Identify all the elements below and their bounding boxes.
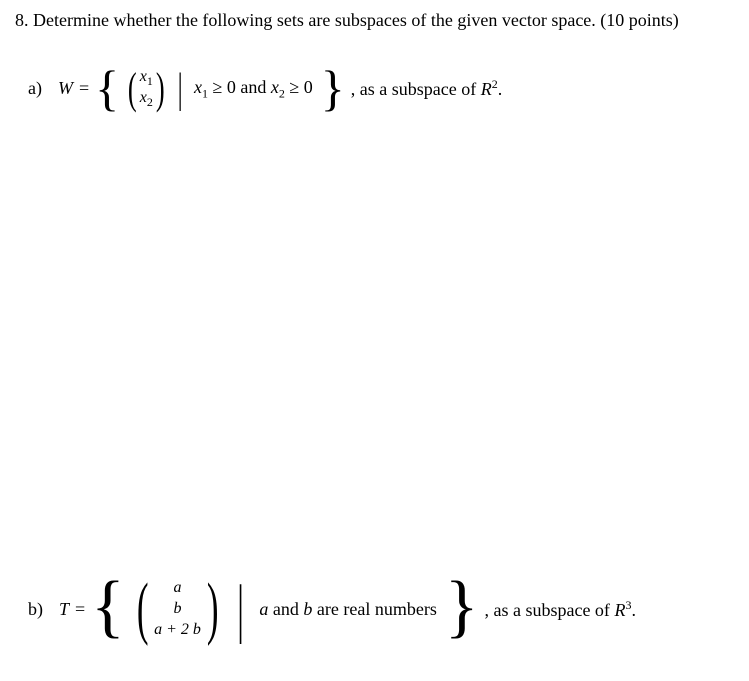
vec-a-r2-sub: 2 xyxy=(147,95,153,109)
tail-a-text: , as a subspace of xyxy=(351,79,481,99)
question-prompt: Determine whether the following sets are… xyxy=(33,10,679,30)
cond-b-and: and xyxy=(268,599,303,619)
question-number: 8. xyxy=(15,10,29,30)
equals-a: = xyxy=(79,78,89,99)
condition-b: a and b are real numbers xyxy=(259,599,436,620)
vec-a-r1: x xyxy=(140,68,147,85)
period-b: . xyxy=(631,600,636,620)
cond-a-ge1: ≥ 0 and xyxy=(212,77,270,97)
period-a: . xyxy=(498,79,503,99)
question-header: 8. Determine whether the following sets … xyxy=(15,10,734,31)
part-b-label: b) xyxy=(28,599,43,620)
part-a: a) W = { ( x1 x2 ) | x1 ≥ 0 and x2 ≥ 0 }… xyxy=(28,68,502,110)
cond-a-ge2: ≥ 0 xyxy=(289,77,312,97)
vec-a-row2: x2 xyxy=(140,89,153,110)
part-a-math: a) W = { ( x1 x2 ) | x1 ≥ 0 and x2 ≥ 0 }… xyxy=(28,68,502,110)
cond-a-x2: x xyxy=(271,77,279,97)
vec-b-row1: a xyxy=(173,578,181,599)
equals-b: = xyxy=(75,599,85,620)
condition-a: x1 ≥ 0 and x2 ≥ 0 xyxy=(194,77,313,102)
set-name-w: W xyxy=(58,78,73,99)
cond-a-sub1: 1 xyxy=(202,86,208,100)
space-a: R xyxy=(481,79,492,99)
part-b: b) T = { ( a b a + 2 b ) | a and b are r… xyxy=(28,578,636,640)
tail-a: , as a subspace of R2. xyxy=(351,77,502,100)
part-b-math: b) T = { ( a b a + 2 b ) | a and b are r… xyxy=(28,578,636,640)
tail-b: , as a subspace of R3. xyxy=(484,598,635,621)
cond-b-rest: are real numbers xyxy=(312,599,436,619)
vec-a-r1-sub: 1 xyxy=(147,74,153,88)
vector-b: ( a b a + 2 b ) xyxy=(131,578,224,640)
tail-b-text: , as a subspace of xyxy=(484,600,614,620)
vec-b-row2: b xyxy=(173,599,181,620)
cond-a-sub2: 2 xyxy=(279,86,285,100)
set-name-t: T xyxy=(59,599,69,620)
vec-a-r2: x xyxy=(140,89,147,106)
vec-b-row3: a + 2 b xyxy=(154,620,201,641)
cond-a-x1: x xyxy=(194,77,202,97)
vector-a: ( x1 x2 ) xyxy=(125,68,167,110)
vec-a-row1: x1 xyxy=(140,68,153,89)
part-a-label: a) xyxy=(28,78,42,99)
space-b: R xyxy=(614,600,625,620)
